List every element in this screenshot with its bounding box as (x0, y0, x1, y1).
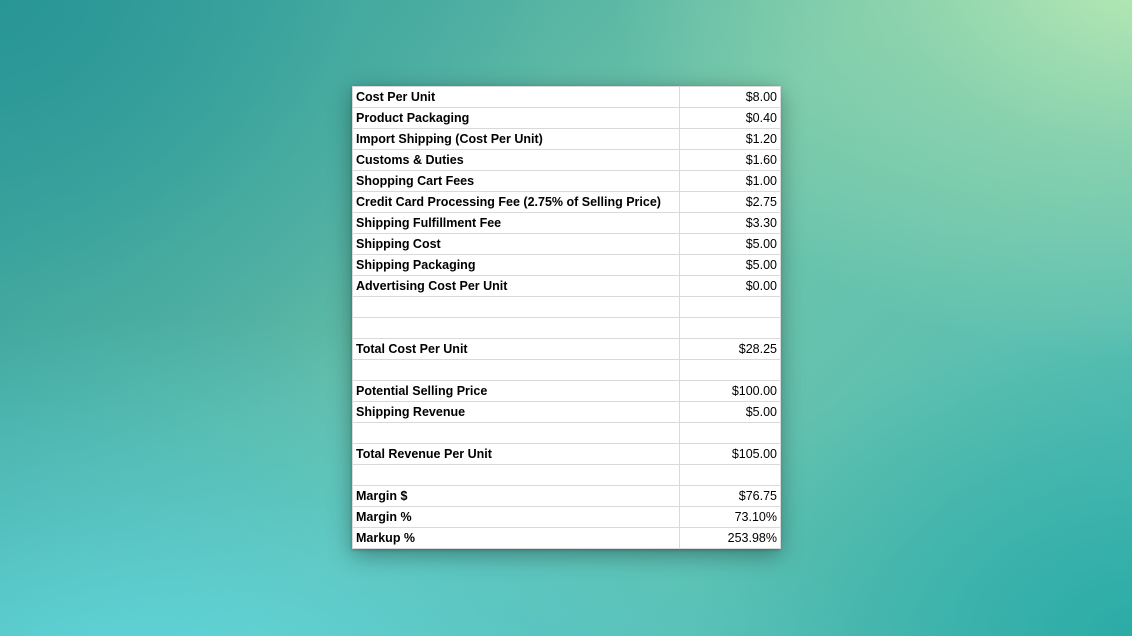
row-label-cell[interactable] (352, 464, 680, 486)
row-value-cell[interactable]: $5.00 (679, 254, 781, 276)
row-label-cell[interactable]: Margin $ (352, 485, 680, 507)
row-value-cell[interactable]: $1.00 (679, 170, 781, 192)
row-label-cell[interactable]: Total Revenue Per Unit (352, 443, 680, 465)
row-label-cell[interactable]: Shipping Revenue (352, 401, 680, 423)
row-label-cell[interactable]: Potential Selling Price (352, 380, 680, 402)
row-value-cell[interactable]: $0.40 (679, 107, 781, 129)
row-value-cell[interactable] (679, 422, 781, 444)
row-label-cell[interactable]: Markup % (352, 527, 680, 549)
row-value-cell[interactable] (679, 359, 781, 381)
table-row: Shopping Cart Fees $1.00 (352, 170, 781, 192)
spreadsheet-window: Cost Per Unit $8.00 Product Packaging $0.40… (352, 86, 781, 549)
table-row: Credit Card Processing Fee (2.75% of Sel… (352, 191, 781, 213)
row-value-cell[interactable]: $1.60 (679, 149, 781, 171)
table-body: Cost Per Unit $8.00 Product Packaging $0.40… (352, 86, 781, 549)
cost-table: Cost Per Unit $8.00 Product Packaging $0.40… (352, 86, 781, 549)
row-value-cell[interactable]: $1.20 (679, 128, 781, 150)
row-value-cell[interactable]: $0.00 (679, 275, 781, 297)
row-label-cell[interactable] (352, 296, 680, 318)
table-row: Total Revenue Per Unit $105.00 (352, 443, 781, 465)
row-label-cell[interactable]: Shipping Packaging (352, 254, 680, 276)
table-row (352, 359, 781, 381)
table-row: Potential Selling Price $100.00 (352, 380, 781, 402)
row-value-cell[interactable]: $8.00 (679, 86, 781, 108)
row-label-cell[interactable] (352, 422, 680, 444)
row-value-cell[interactable]: $5.00 (679, 401, 781, 423)
table-row: Import Shipping (Cost Per Unit) $1.20 (352, 128, 781, 150)
table-row: Customs & Duties $1.60 (352, 149, 781, 171)
row-label-cell[interactable]: Credit Card Processing Fee (2.75% of Sel… (352, 191, 680, 213)
row-value-cell[interactable]: $3.30 (679, 212, 781, 234)
row-label-cell[interactable]: Shipping Cost (352, 233, 680, 255)
row-label-cell[interactable]: Cost Per Unit (352, 86, 680, 108)
row-label-cell[interactable]: Shopping Cart Fees (352, 170, 680, 192)
row-value-cell[interactable]: $2.75 (679, 191, 781, 213)
row-label-cell[interactable]: Customs & Duties (352, 149, 680, 171)
table-row: Shipping Revenue $5.00 (352, 401, 781, 423)
table-row: Total Cost Per Unit $28.25 (352, 338, 781, 360)
table-row (352, 464, 781, 486)
row-value-cell[interactable] (679, 464, 781, 486)
row-value-cell[interactable]: 73.10% (679, 506, 781, 528)
row-label-cell[interactable]: Advertising Cost Per Unit (352, 275, 680, 297)
row-value-cell[interactable] (679, 317, 781, 339)
table-row: Margin $ $76.75 (352, 485, 781, 507)
table-row: Markup % 253.98% (352, 527, 781, 549)
row-label-cell[interactable] (352, 359, 680, 381)
table-row (352, 422, 781, 444)
table-row: Advertising Cost Per Unit $0.00 (352, 275, 781, 297)
row-value-cell[interactable]: $76.75 (679, 485, 781, 507)
row-value-cell[interactable] (679, 296, 781, 318)
row-value-cell[interactable]: $5.00 (679, 233, 781, 255)
table-row (352, 317, 781, 339)
row-label-cell[interactable]: Shipping Fulfillment Fee (352, 212, 680, 234)
row-value-cell[interactable]: $100.00 (679, 380, 781, 402)
row-label-cell[interactable]: Margin % (352, 506, 680, 528)
row-value-cell[interactable]: $105.00 (679, 443, 781, 465)
row-value-cell[interactable]: $28.25 (679, 338, 781, 360)
row-value-cell[interactable]: 253.98% (679, 527, 781, 549)
table-row: Cost Per Unit $8.00 (352, 86, 781, 108)
table-row (352, 296, 781, 318)
table-row: Margin % 73.10% (352, 506, 781, 528)
table-row: Shipping Packaging $5.00 (352, 254, 781, 276)
row-label-cell[interactable]: Import Shipping (Cost Per Unit) (352, 128, 680, 150)
row-label-cell[interactable] (352, 317, 680, 339)
row-label-cell[interactable]: Product Packaging (352, 107, 680, 129)
table-row: Product Packaging $0.40 (352, 107, 781, 129)
row-label-cell[interactable]: Total Cost Per Unit (352, 338, 680, 360)
table-row: Shipping Cost $5.00 (352, 233, 781, 255)
table-row: Shipping Fulfillment Fee $3.30 (352, 212, 781, 234)
